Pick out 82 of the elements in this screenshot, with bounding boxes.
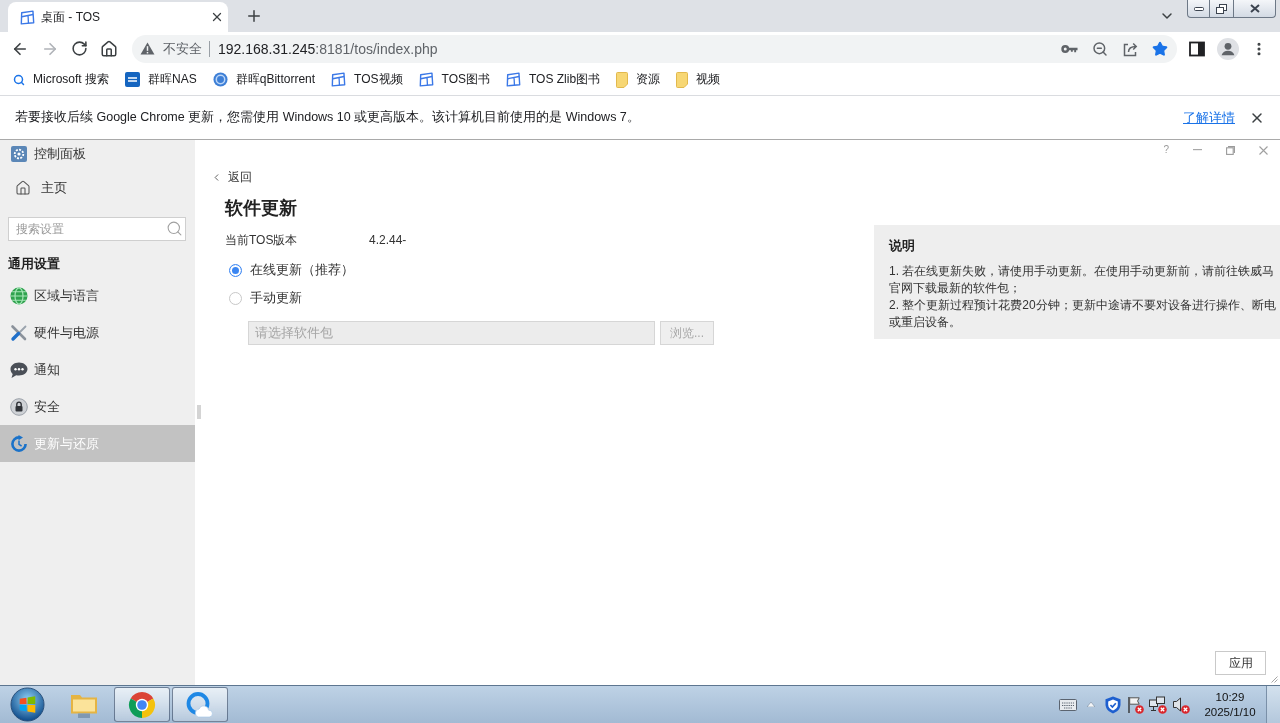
restore-button[interactable] <box>1209 0 1234 18</box>
option-label[interactable]: 手动更新 <box>250 289 302 307</box>
window-outline-icon <box>418 72 434 87</box>
home-link[interactable]: 主页 <box>0 168 195 208</box>
notes-text: 2. 整个更新过程预计花费20分钟；更新中途请不要对设备进行操作、断电或重启设备。 <box>889 297 1277 331</box>
side-panel-icon[interactable] <box>1189 40 1205 57</box>
folder-icon <box>676 71 689 88</box>
tricolor-circle-icon <box>128 690 156 719</box>
option-label[interactable]: 在线更新（推荐） <box>250 261 354 279</box>
resize-grip-icon[interactable] <box>1271 676 1278 683</box>
learn-more-link[interactable]: 了解详情 <box>1183 108 1235 127</box>
taskbar-app-button[interactable] <box>114 687 170 722</box>
version-label: 当前TOS版本 <box>225 231 299 249</box>
sidebar-item[interactable]: 区域与语言 <box>0 277 195 314</box>
radio-button[interactable] <box>229 263 242 277</box>
minimize-button[interactable] <box>1187 0 1210 18</box>
apply-button[interactable]: 应用 <box>1215 651 1266 675</box>
home-icon[interactable] <box>100 39 118 58</box>
round-logo-icon <box>212 72 228 87</box>
notes-title: 说明 <box>889 238 916 255</box>
home-icon <box>15 180 31 196</box>
address-bar[interactable]: 不安全 192.168.31.245:8181/tos/index.php <box>132 34 1177 63</box>
close-button[interactable] <box>1233 0 1276 18</box>
profile-avatar-icon[interactable] <box>1217 37 1239 60</box>
sidebar-item[interactable]: 通知 <box>0 351 195 388</box>
share-icon[interactable] <box>1122 40 1138 57</box>
reload-icon[interactable] <box>71 40 88 57</box>
bookmark-item[interactable]: 群晖NAS <box>125 71 197 88</box>
orb-icon <box>9 687 45 722</box>
clock-time[interactable]: 10:29 <box>1215 689 1245 705</box>
bookmark-item[interactable]: TOS图书 <box>418 71 490 88</box>
clock-date[interactable]: 2025/1/10 <box>1204 704 1256 720</box>
panel-title: 控制面板 <box>34 145 86 163</box>
sidebar-item[interactable]: 安全 <box>0 388 195 425</box>
restore-icon[interactable] <box>1226 145 1235 155</box>
window-outline-icon <box>505 72 521 87</box>
taskbar-app-button[interactable] <box>172 687 228 722</box>
folder-icon <box>616 71 629 88</box>
minimize-icon <box>1193 6 1204 11</box>
key-icon[interactable] <box>1061 43 1078 54</box>
clock-arrow-icon <box>10 434 28 453</box>
bookmark-item[interactable]: TOS视频 <box>331 71 403 88</box>
bookmark-item[interactable]: 视频 <box>676 71 721 88</box>
url-text[interactable]: 192.168.31.245:8181/tos/index.php <box>218 40 438 57</box>
section-heading: 通用设置 <box>7 255 61 273</box>
notes-text: 1. 若在线更新失败，请使用手动更新。在使用手动更新前，请前往铁威马官网下载最新的软件包； <box>889 263 1276 297</box>
lock-icon <box>10 397 28 416</box>
new-tab-icon[interactable] <box>245 7 263 25</box>
security-label[interactable]: 不安全 <box>163 39 202 58</box>
cloud-icon <box>186 691 214 718</box>
version-value: 4.2.44- <box>369 233 407 247</box>
search-field[interactable]: 搜索设置 <box>8 217 186 241</box>
network-icon[interactable] <box>1149 695 1167 714</box>
search-icon <box>13 73 25 86</box>
gear-tile-icon <box>11 146 27 162</box>
square-logo-icon <box>125 72 140 87</box>
flag-icon[interactable] <box>1126 695 1144 714</box>
window-outline-icon <box>331 72 347 87</box>
restore-icon <box>1216 3 1227 14</box>
star-icon[interactable] <box>1152 40 1168 57</box>
close-icon <box>1249 4 1260 13</box>
speaker-icon[interactable] <box>1172 695 1190 714</box>
sidebar-item[interactable]: 硬件与电源 <box>0 314 195 351</box>
close-icon[interactable] <box>210 10 224 24</box>
keyboard-icon[interactable] <box>1059 697 1077 712</box>
back-link[interactable]: 返回 <box>211 168 252 186</box>
shield-icon[interactable] <box>1105 695 1121 714</box>
bookmark-item[interactable]: Microsoft 搜索 <box>13 71 109 88</box>
zoom-out-icon[interactable] <box>1092 40 1108 57</box>
page-title: 软件更新 <box>225 197 297 220</box>
warning-icon[interactable] <box>140 42 155 55</box>
radio-button[interactable] <box>229 291 242 305</box>
tools-icon <box>10 323 28 342</box>
bookmark-item[interactable]: 群晖qBittorrent <box>212 71 316 88</box>
browser-tab[interactable]: 桌面 - TOS <box>8 2 228 32</box>
bookmark-item[interactable]: TOS Zlib图书 <box>505 71 601 88</box>
speech-bubble-icon <box>10 360 28 379</box>
bookmark-item[interactable]: 资源 <box>616 71 661 88</box>
update-notice-text: 若要接收后续 Google Chrome 更新，您需使用 Windows 10 或更高版本。该计算机目前使用的是 Windows 7。 <box>15 109 640 126</box>
globe-icon <box>10 286 28 305</box>
window-outline-icon <box>20 9 35 25</box>
splitter-grip-icon[interactable] <box>197 405 201 419</box>
